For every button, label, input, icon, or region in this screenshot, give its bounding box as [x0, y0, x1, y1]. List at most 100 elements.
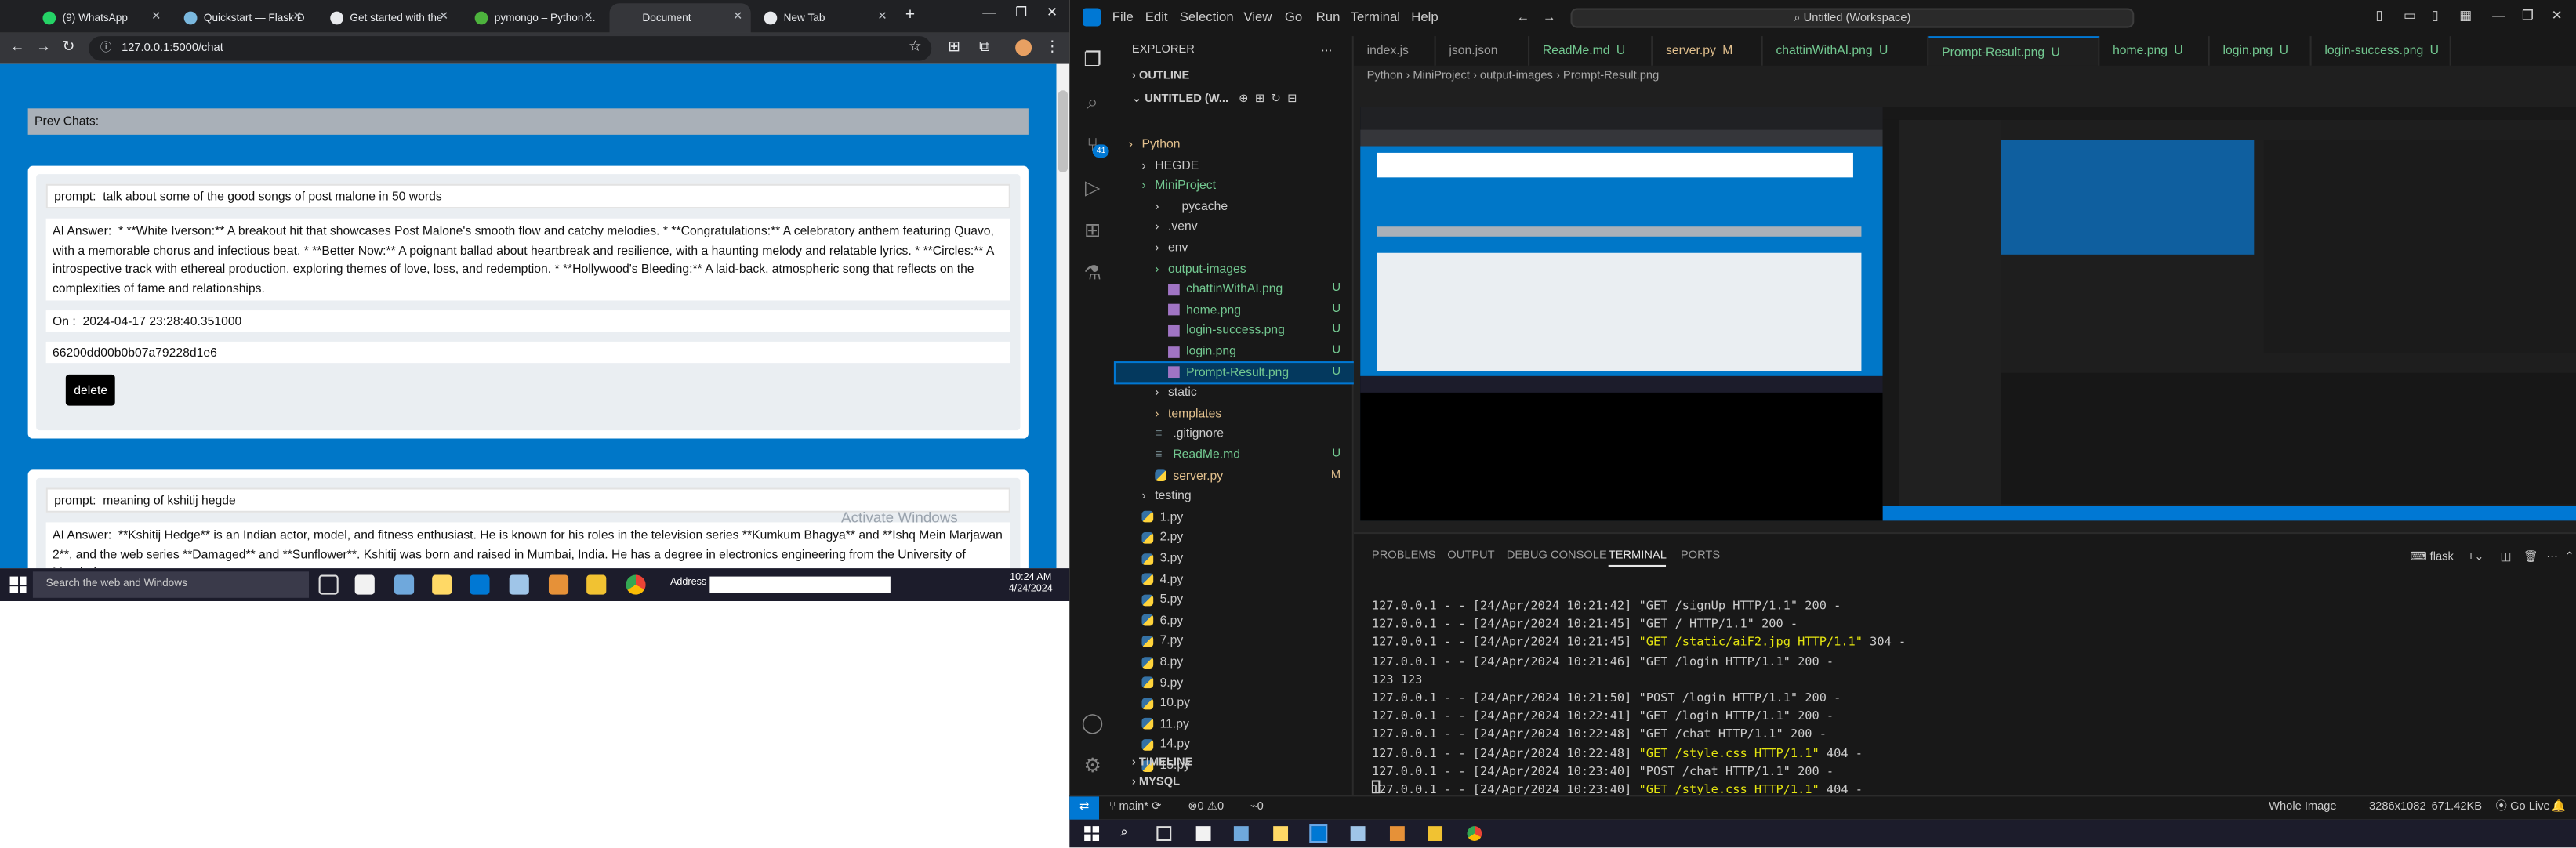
- tree-item[interactable]: 11.py: [1116, 714, 1354, 734]
- tree-item[interactable]: 2.py: [1116, 528, 1354, 549]
- vscode-icon[interactable]: [470, 574, 490, 595]
- accounts-icon[interactable]: ◯: [1079, 709, 1106, 736]
- app-icon[interactable]: [1350, 826, 1366, 841]
- address-bar[interactable]: ⓘ 127.0.0.1:5000/chat: [89, 36, 932, 61]
- tree-item[interactable]: 6.py: [1116, 611, 1354, 631]
- tab-terminal[interactable]: TERMINAL: [1608, 550, 1667, 567]
- delete-button[interactable]: delete: [65, 374, 116, 406]
- close-tab-icon[interactable]: ✕: [292, 10, 302, 24]
- tree-item[interactable]: 10.py: [1116, 694, 1354, 714]
- minimize-icon[interactable]: —: [2492, 8, 2505, 23]
- search-icon[interactable]: ⌕: [1120, 824, 1127, 841]
- editor-tab[interactable]: json.json: [1436, 36, 1530, 66]
- nav-back-icon[interactable]: ←: [1516, 10, 1529, 25]
- close-tab-icon[interactable]: ✕: [583, 10, 593, 24]
- avatar[interactable]: [1015, 39, 1032, 56]
- menu-edit[interactable]: Edit: [1145, 10, 1168, 25]
- task-view-icon[interactable]: [1156, 826, 1172, 841]
- tree-item[interactable]: › static: [1116, 383, 1354, 404]
- tree-item[interactable]: 3.py: [1116, 549, 1354, 569]
- remote-indicator-icon[interactable]: ⇄: [1069, 796, 1100, 820]
- editor-tab[interactable]: login.png U: [2210, 36, 2312, 66]
- tree-item[interactable]: › env: [1116, 238, 1354, 259]
- menu-selection[interactable]: Selection: [1180, 10, 1234, 25]
- tree-item[interactable]: home.png U: [1116, 300, 1354, 321]
- app-icon[interactable]: [509, 574, 529, 595]
- browser-tab-new-tab[interactable]: New Tab ✕: [754, 3, 895, 33]
- tree-item[interactable]: ≡ ReadMe.md U: [1116, 445, 1354, 466]
- tree-item[interactable]: 5.py: [1116, 590, 1354, 611]
- split-terminal-icon[interactable]: ◫: [2501, 550, 2512, 564]
- tree-item[interactable]: server.py M: [1116, 466, 1354, 486]
- puzzle-icon[interactable]: ⧉: [979, 38, 989, 56]
- kill-terminal-icon[interactable]: 🗑: [2523, 550, 2538, 564]
- notes-icon[interactable]: [432, 574, 452, 595]
- tab-ports[interactable]: PORTS: [1681, 550, 1720, 562]
- tree-item[interactable]: 4.py: [1116, 569, 1354, 589]
- timeline-section[interactable]: › TIMELINE: [1132, 757, 1192, 769]
- editor-tab[interactable]: login-success.png U: [2312, 36, 2451, 66]
- tree-item[interactable]: Prompt-Result.png U: [1113, 361, 1355, 385]
- toggle-panel-icon[interactable]: ▭: [2404, 8, 2416, 23]
- tree-item[interactable]: › .venv: [1116, 217, 1354, 237]
- minimize-icon[interactable]: —: [982, 5, 996, 20]
- page-scrollbar[interactable]: [1056, 63, 1070, 569]
- store-icon[interactable]: [354, 574, 375, 595]
- reload-icon[interactable]: ↻: [63, 38, 75, 56]
- editor-tab[interactable]: home.png U: [2099, 36, 2210, 66]
- extensions-icon[interactable]: ⊞: [1079, 217, 1106, 244]
- windows-start-icon[interactable]: [9, 576, 27, 593]
- browser-tab-get-started[interactable]: Get started with the ✕: [321, 3, 457, 33]
- tab-output[interactable]: OUTPUT: [1447, 550, 1494, 562]
- menu-help[interactable]: Help: [1411, 10, 1438, 25]
- tree-item[interactable]: login.png U: [1116, 342, 1354, 362]
- editor-tab[interactable]: ReadMe.md U: [1529, 36, 1653, 66]
- tree-item[interactable]: 7.py: [1116, 632, 1354, 652]
- taskbar-clock[interactable]: 10:24 AM 4/24/2024: [1009, 573, 1053, 596]
- browser-tab-flask[interactable]: Quickstart — Flask D ✕: [174, 3, 310, 33]
- tree-item[interactable]: 8.py: [1116, 652, 1354, 672]
- file-explorer-icon[interactable]: [1428, 826, 1443, 841]
- windows-start-icon[interactable]: [1084, 826, 1100, 841]
- menu-view[interactable]: View: [1243, 10, 1272, 25]
- outline-section[interactable]: › OUTLINE: [1132, 71, 1189, 82]
- mysql-section[interactable]: › MYSQL: [1132, 777, 1180, 788]
- nav-forward-icon[interactable]: →: [1543, 10, 1556, 25]
- run-debug-icon[interactable]: ▷: [1079, 174, 1106, 201]
- toggle-primary-sidebar-icon[interactable]: ▯: [2375, 8, 2382, 23]
- tree-item[interactable]: › output-images: [1116, 259, 1354, 279]
- tree-item[interactable]: 14.py: [1116, 735, 1354, 756]
- new-terminal-icon[interactable]: +⌄: [2468, 550, 2484, 564]
- close-tab-icon[interactable]: ✕: [877, 10, 887, 24]
- toggle-secondary-sidebar-icon[interactable]: ▯: [2432, 8, 2439, 23]
- mail-icon[interactable]: [394, 574, 415, 595]
- menu-file[interactable]: File: [1112, 10, 1134, 25]
- bookmark-star-icon[interactable]: ☆: [909, 38, 922, 56]
- close-tab-icon[interactable]: ✕: [439, 10, 448, 24]
- search-icon[interactable]: ⌕: [1079, 89, 1106, 115]
- scrollbar-thumb[interactable]: [1058, 90, 1068, 173]
- tree-item[interactable]: › MiniProject: [1116, 176, 1354, 197]
- chrome-icon[interactable]: [1467, 826, 1482, 841]
- menu-run[interactable]: Run: [1316, 10, 1341, 25]
- close-tab-icon[interactable]: ✕: [733, 10, 742, 24]
- editor-tab[interactable]: server.py M: [1653, 36, 1763, 66]
- editor-tab[interactable]: Prompt-Result.png U: [1928, 36, 2100, 66]
- mail-icon[interactable]: [1233, 826, 1249, 841]
- maximize-panel-icon[interactable]: ⌃: [2564, 550, 2574, 564]
- new-tab-button[interactable]: +: [900, 6, 920, 26]
- settings-gear-icon[interactable]: ⚙: [1079, 752, 1106, 779]
- forward-icon[interactable]: →: [36, 38, 51, 54]
- site-info-icon[interactable]: ⓘ: [100, 36, 112, 60]
- tree-item[interactable]: › Python: [1116, 135, 1354, 155]
- vscode-icon[interactable]: [1309, 824, 1328, 843]
- git-icon[interactable]: [1389, 826, 1405, 841]
- customize-layout-icon[interactable]: ▦: [2459, 8, 2472, 23]
- tree-item[interactable]: › testing: [1116, 487, 1354, 507]
- extension-icon[interactable]: ⊞: [948, 38, 960, 56]
- store-icon[interactable]: [1195, 826, 1211, 841]
- tree-item[interactable]: › __pycache__: [1116, 197, 1354, 217]
- browser-tab-whatsapp[interactable]: (9) WhatsApp ✕: [33, 3, 169, 33]
- file-explorer-icon[interactable]: [586, 574, 607, 595]
- menu-icon[interactable]: ⋮: [1045, 38, 1060, 56]
